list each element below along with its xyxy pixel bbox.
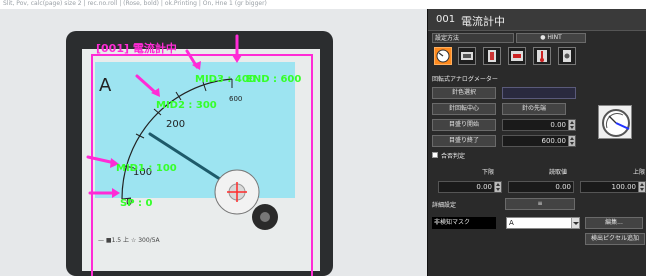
- overlay-title: [001] 電流計中: [96, 41, 177, 55]
- label-sp: SP : 0: [120, 198, 152, 209]
- tick-label-600: 600: [229, 95, 242, 103]
- setting-method-label: 設定方法: [432, 33, 514, 43]
- spinner-arrows-icon[interactable]: [494, 182, 501, 192]
- scale-end-input[interactable]: 600.00: [502, 135, 576, 147]
- pass-fail-label: 合否判定: [441, 153, 466, 160]
- lower-limit-input[interactable]: 0.00: [438, 181, 502, 193]
- dropdown-arrow-icon[interactable]: [571, 218, 579, 228]
- top-bar-text: Slit, Pov, calc(page) size 2 | rec.no.ro…: [3, 0, 267, 7]
- edit-mask-button[interactable]: 編集...: [585, 217, 643, 229]
- scale-start-input[interactable]: 0.00: [502, 119, 576, 131]
- column-upper: 上限: [633, 169, 646, 176]
- spinner-arrows-icon[interactable]: [568, 136, 575, 146]
- indicator-tool-button[interactable]: [558, 47, 576, 65]
- meter-unit: A: [99, 75, 112, 96]
- thermometer-tool-button[interactable]: [533, 47, 551, 65]
- gauge-preview-icon: [602, 109, 630, 137]
- nontarget-mask-label: 非検知マスク: [432, 217, 496, 229]
- column-read: 読取値: [549, 169, 568, 176]
- section-title: 回転式アナログメーター: [432, 76, 498, 83]
- bar-meter-tool-button[interactable]: [483, 47, 501, 65]
- spinner-arrows-icon[interactable]: [568, 120, 575, 130]
- spinner-arrows-icon[interactable]: [638, 182, 645, 192]
- analog-meter-tool-button[interactable]: [434, 47, 452, 65]
- label-end: END : 600: [246, 74, 301, 85]
- needle-color-swatch[interactable]: [502, 87, 576, 99]
- read-value-field: 0.00: [508, 181, 574, 193]
- mask-select[interactable]: A: [506, 217, 580, 229]
- camera-image-viewer[interactable]: A 600 200 100 0 — ■1.5 上 ☆ 300/5A [001] …: [0, 9, 427, 276]
- label-mid1: MID1 : 100: [116, 163, 177, 174]
- panel-number: 001: [436, 14, 456, 25]
- indicator-icon: [563, 50, 571, 62]
- segment-display-icon: [511, 51, 523, 61]
- digital-display-tool-button[interactable]: [458, 47, 476, 65]
- bar-meter-icon: [488, 50, 496, 62]
- hint-button[interactable]: ● HINT: [516, 33, 586, 43]
- top-breadcrumb-bar: Slit, Pov, calc(page) size 2 | rec.no.ro…: [0, 0, 646, 9]
- detail-settings-button[interactable]: ≡: [505, 198, 575, 210]
- add-detection-pixel-button[interactable]: 検出ピクセル追加: [585, 233, 645, 245]
- panel-title: 電流計中: [461, 15, 505, 28]
- meter-image[interactable]: A 600 200 100 0 — ■1.5 上 ☆ 300/5A [001] …: [0, 9, 427, 276]
- tick-label-200: 200: [166, 119, 185, 130]
- upper-limit-input[interactable]: 100.00: [580, 181, 646, 193]
- settings-panel: 001 電流計中 設定方法 ● HINT 回転式アナログメーター 針色選択 針回…: [427, 9, 646, 276]
- scale-end-button[interactable]: 目盛り終了: [432, 135, 496, 147]
- rotation-center-button[interactable]: 針回転中心: [432, 103, 496, 115]
- meter-preview: [598, 105, 632, 139]
- lcd-icon: [461, 52, 473, 60]
- thermometer-icon: [537, 50, 547, 62]
- detail-settings-label: 詳細設定: [432, 202, 457, 209]
- needle-color-select-button[interactable]: 針色選択: [432, 87, 496, 99]
- label-mid2: MID2 : 300: [156, 100, 217, 111]
- panel-header: 001 電流計中: [428, 9, 646, 31]
- needle-tip-button[interactable]: 針の先端: [502, 103, 566, 115]
- meter-footer-text: — ■1.5 上 ☆ 300/5A: [98, 236, 161, 244]
- segment-tool-button[interactable]: [508, 47, 526, 65]
- scale-start-button[interactable]: 目盛り開始: [432, 119, 496, 131]
- pass-fail-checkbox[interactable]: [432, 152, 438, 158]
- gauge-icon: [436, 49, 450, 63]
- column-lower: 下限: [482, 169, 495, 176]
